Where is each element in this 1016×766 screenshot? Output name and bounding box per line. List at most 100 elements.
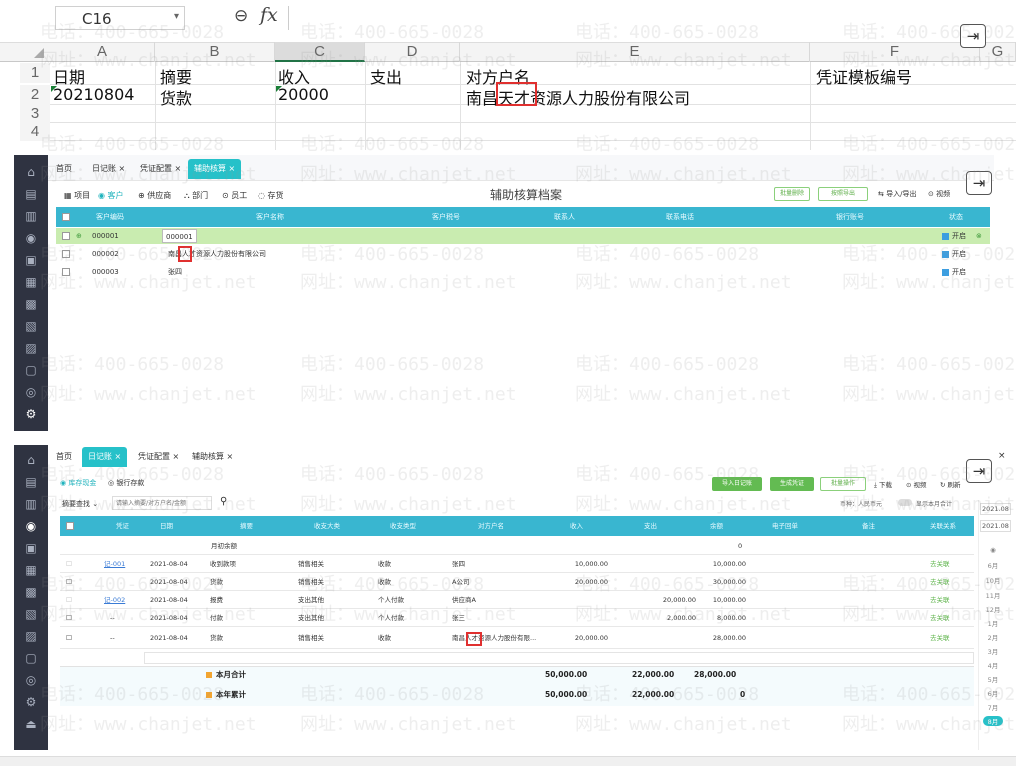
column-header[interactable]: 日期 xyxy=(160,516,173,536)
row-income[interactable]: 20,000.00 xyxy=(540,629,608,647)
column-header[interactable]: 状态 xyxy=(949,207,963,227)
row-summary[interactable]: 货款 xyxy=(210,629,223,647)
associate-link[interactable]: 去关联 xyxy=(930,573,950,591)
row-major[interactable]: 支出其他 xyxy=(298,609,324,627)
chart-icon[interactable]: ▥ xyxy=(14,497,48,511)
column-header[interactable]: 客户税号 xyxy=(432,207,460,227)
month-item[interactable]: 3月 xyxy=(983,646,1003,656)
remove-row-icon[interactable]: ⊗ xyxy=(976,228,982,244)
select-all-corner[interactable] xyxy=(34,48,44,58)
column-header-f[interactable]: F xyxy=(810,42,980,62)
row-major[interactable]: 销售相关 xyxy=(298,555,324,573)
row-checkbox[interactable]: ☐ xyxy=(66,609,72,627)
batch-operation-button[interactable]: 批量操作 xyxy=(820,477,866,491)
document-icon[interactable]: ▤ xyxy=(14,475,48,489)
print-icon[interactable]: ▨ xyxy=(14,341,48,355)
row-party[interactable]: 供应商A xyxy=(452,591,476,609)
user-icon[interactable]: ◎ xyxy=(14,673,48,687)
column-header[interactable]: 客户编码 xyxy=(96,207,124,227)
row-income[interactable]: 20,000.00 xyxy=(540,573,608,591)
customer-name-input[interactable]: 000001 xyxy=(162,229,197,243)
row-summary[interactable]: 付款 xyxy=(210,609,223,627)
refresh-button[interactable]: ↻ 刷新 xyxy=(940,479,961,489)
month-item[interactable]: 6月 xyxy=(983,560,1003,570)
row-checkbox[interactable] xyxy=(62,268,70,276)
associate-link[interactable]: 去关联 xyxy=(930,555,950,573)
column-header-d[interactable]: D xyxy=(365,42,460,62)
customer-code[interactable]: 000003 xyxy=(92,264,119,280)
month-item-active[interactable]: 8月 xyxy=(983,716,1003,726)
search-input[interactable] xyxy=(112,496,212,510)
column-header-c[interactable]: C xyxy=(275,42,365,62)
account-tab-bank[interactable]: ◎ 银行存款 xyxy=(108,478,144,488)
video-button[interactable]: ⊙ 视频 xyxy=(928,189,950,199)
month-item[interactable]: 6月 xyxy=(983,688,1003,698)
invoice-icon[interactable]: ▧ xyxy=(14,607,48,621)
status-checkbox[interactable] xyxy=(942,251,949,258)
table-row[interactable]: ⊕ 000001 000001 开启 ⊗ xyxy=(56,228,990,244)
account-tab-cash[interactable]: ◉ 库存现金 xyxy=(60,478,96,488)
column-header[interactable]: 备注 xyxy=(862,516,875,536)
category-supplier[interactable]: ⊕ 供应商 xyxy=(138,190,171,201)
wallet-icon[interactable]: ◉ xyxy=(14,519,48,533)
search-icon[interactable]: ⚲ xyxy=(220,496,227,507)
row-checkbox[interactable]: ☐ xyxy=(66,591,72,609)
table-row[interactable]: 000002 南昌人才资源人力股份有限公司 开启 xyxy=(56,246,990,262)
row-type[interactable]: 收款 xyxy=(378,573,391,591)
show-total-toggle[interactable] xyxy=(898,499,912,506)
month-item[interactable]: 7月 xyxy=(983,702,1003,712)
customer-code[interactable]: 000002 xyxy=(92,246,119,262)
column-header[interactable]: 收入 xyxy=(570,516,583,536)
file-icon[interactable]: ▢ xyxy=(14,651,48,665)
cell-f1[interactable]: 凭证模板编号 xyxy=(816,64,912,88)
report-icon[interactable]: ▦ xyxy=(14,563,48,577)
bag-icon[interactable]: ▣ xyxy=(14,541,48,555)
select-all-checkbox[interactable] xyxy=(66,522,74,530)
column-header-a[interactable]: A xyxy=(50,42,155,62)
column-header[interactable]: 凭证 xyxy=(116,516,129,536)
status-checkbox[interactable] xyxy=(942,233,949,240)
row-major[interactable]: 支出其他 xyxy=(298,591,324,609)
customer-name[interactable]: 张四 xyxy=(168,264,182,280)
column-header[interactable]: 客户名称 xyxy=(256,207,284,227)
tab-journal[interactable]: 日记账 × xyxy=(86,159,131,179)
category-employee[interactable]: ⊙ 员工 xyxy=(222,190,247,201)
report-icon[interactable]: ▦ xyxy=(14,275,48,289)
associate-link[interactable]: 去关联 xyxy=(930,591,950,609)
row-header-2[interactable]: 2 xyxy=(20,85,50,105)
row-major[interactable]: 销售相关 xyxy=(298,573,324,591)
month-item[interactable]: 11月 xyxy=(983,590,1003,600)
period-end[interactable]: 2021.08 xyxy=(980,520,1011,532)
column-header[interactable]: 电子回单 xyxy=(772,516,798,536)
tab-home[interactable]: 首页 xyxy=(50,447,78,467)
row-party[interactable]: 张三 xyxy=(452,609,465,627)
exit-icon[interactable]: ⇥ xyxy=(966,459,992,483)
period-start[interactable]: 2021.08 xyxy=(980,503,1011,515)
associate-link[interactable]: 去关联 xyxy=(930,609,950,627)
exit-icon[interactable]: ⇥ xyxy=(966,171,992,195)
column-header-b[interactable]: B xyxy=(155,42,275,62)
column-header[interactable]: 摘要 xyxy=(240,516,253,536)
settings-icon[interactable]: ⚙ xyxy=(14,407,48,421)
shop-icon[interactable]: ▩ xyxy=(14,585,48,599)
column-header-e[interactable]: E xyxy=(460,42,810,62)
export-button[interactable]: 按照导出 xyxy=(818,187,868,201)
category-department[interactable]: ⛬ 部门 xyxy=(184,190,208,201)
cell-b2[interactable]: 货款 xyxy=(160,85,192,109)
name-box[interactable]: C16 xyxy=(55,6,185,30)
month-item[interactable]: 1月 xyxy=(983,618,1003,628)
home-icon[interactable]: ⌂ xyxy=(14,453,48,467)
row-major[interactable]: 销售相关 xyxy=(298,629,324,647)
row-type[interactable]: 个人付款 xyxy=(378,591,404,609)
exit-icon[interactable]: ⇥ xyxy=(960,24,986,48)
cell-c2[interactable]: 20000 xyxy=(278,85,329,104)
row-header-3[interactable]: 3 xyxy=(20,105,50,123)
row-checkbox[interactable]: ☐ xyxy=(66,555,72,573)
select-all-checkbox[interactable] xyxy=(62,213,70,221)
close-icon[interactable]: × xyxy=(998,451,1006,461)
associate-link[interactable]: 去关联 xyxy=(930,629,950,647)
row-summary[interactable]: 收到款项 xyxy=(210,555,236,573)
tab-home[interactable]: 首页 xyxy=(50,159,78,179)
row-checkbox[interactable] xyxy=(62,250,70,258)
cell-d1[interactable]: 支出 xyxy=(370,64,402,88)
